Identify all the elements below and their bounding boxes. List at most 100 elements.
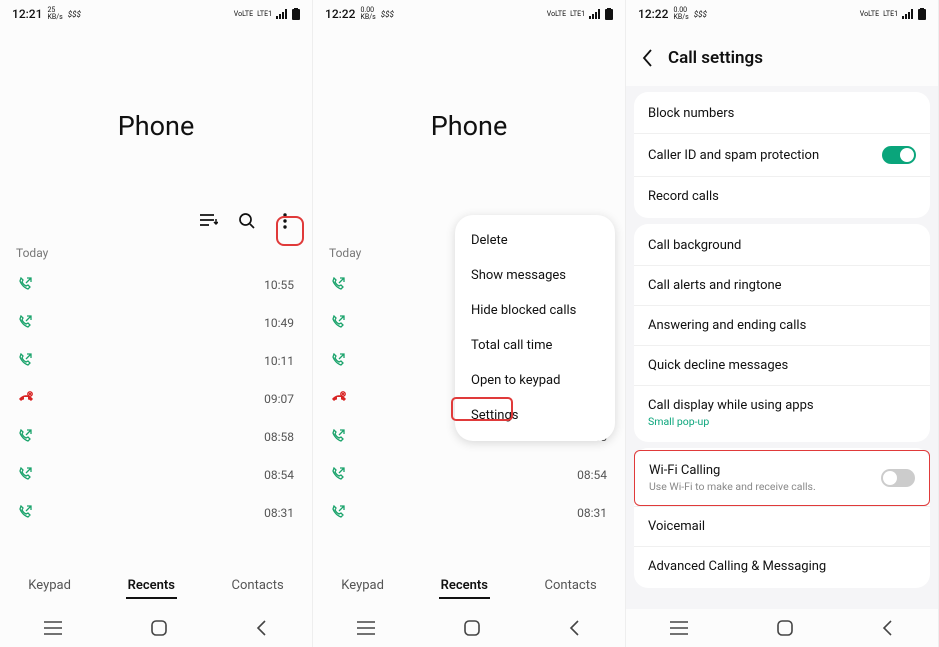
outgoing-call-icon <box>331 429 347 445</box>
outgoing-call-icon <box>18 505 34 521</box>
settings-group-2: Call background Call alerts and ringtone… <box>634 224 930 442</box>
call-row[interactable]: 09:07 <box>0 380 312 418</box>
bottom-tabs: Keypad Recents Contacts <box>0 564 312 609</box>
settings-group-1: Block numbers Caller ID and spam protect… <box>634 92 930 218</box>
highlight-more-button <box>276 216 304 246</box>
clock: 12:22 <box>638 7 668 21</box>
nav-back-icon[interactable] <box>569 620 581 636</box>
row-advanced-calling[interactable]: Advanced Calling & Messaging <box>634 546 930 586</box>
nav-recents-icon[interactable] <box>357 621 375 635</box>
dollar-indicator: $$$ <box>381 10 394 19</box>
outgoing-call-icon <box>331 353 347 369</box>
highlight-settings-item <box>451 397 513 421</box>
outgoing-call-icon <box>18 353 34 369</box>
call-row[interactable]: 10:55 <box>0 266 312 304</box>
nav-home-icon[interactable] <box>777 620 793 636</box>
missed-call-icon <box>18 391 34 407</box>
row-call-background[interactable]: Call background <box>634 226 930 265</box>
panel-phone-recents: 12:21 25KB/s $$$ VoLTE LTE1 Phone Today … <box>0 0 313 647</box>
status-bar: 12:22 0.00KB/s $$$ VoLTE LTE1 <box>313 0 625 28</box>
call-row[interactable]: 08:54 <box>313 456 625 494</box>
clock: 12:21 <box>12 7 42 21</box>
net-speed: 25KB/s <box>47 7 62 21</box>
row-voicemail[interactable]: Voicemail <box>634 506 930 546</box>
section-today: Today <box>0 240 312 266</box>
nav-bar <box>626 609 938 647</box>
filter-icon[interactable] <box>200 212 218 230</box>
toggle-wifi-calling[interactable] <box>881 469 915 487</box>
clock: 12:22 <box>325 7 355 21</box>
tab-contacts[interactable]: Contacts <box>230 574 286 599</box>
toggle-caller-id[interactable] <box>882 146 916 164</box>
nav-bar <box>0 609 312 647</box>
panel-phone-menu: 12:22 0.00KB/s $$$ VoLTE LTE1 Phone Toda… <box>313 0 626 647</box>
tab-recents[interactable]: Recents <box>439 574 490 599</box>
page-title: Phone <box>0 28 312 212</box>
menu-open-keypad[interactable]: Open to keypad <box>455 363 615 398</box>
back-icon[interactable] <box>642 49 654 67</box>
page-title: Phone <box>313 28 625 212</box>
signal-icon <box>276 9 288 19</box>
settings-group-3: Wi-Fi CallingUse Wi-Fi to make and recei… <box>634 448 930 588</box>
row-call-alerts[interactable]: Call alerts and ringtone <box>634 265 930 305</box>
status-icons-right: VoLTE LTE1 <box>860 8 926 20</box>
nav-recents-icon[interactable] <box>44 621 62 635</box>
menu-show-messages[interactable]: Show messages <box>455 258 615 293</box>
row-caller-id[interactable]: Caller ID and spam protection <box>634 133 930 176</box>
menu-total-call-time[interactable]: Total call time <box>455 328 615 363</box>
call-row[interactable]: 08:31 <box>313 494 625 532</box>
toolbar <box>0 212 312 240</box>
outgoing-call-icon <box>18 429 34 445</box>
call-row[interactable]: 08:54 <box>0 456 312 494</box>
call-row[interactable]: 10:11 <box>0 342 312 380</box>
menu-hide-blocked[interactable]: Hide blocked calls <box>455 293 615 328</box>
outgoing-call-icon <box>18 467 34 483</box>
nav-home-icon[interactable] <box>151 620 167 636</box>
call-list: 10:55 10:49 10:11 09:07 08:58 08:54 08:3… <box>0 266 312 532</box>
tab-contacts[interactable]: Contacts <box>543 574 599 599</box>
nav-back-icon[interactable] <box>256 620 268 636</box>
row-quick-decline[interactable]: Quick decline messages <box>634 345 930 385</box>
settings-title: Call settings <box>668 48 763 68</box>
call-row[interactable]: 08:58 <box>0 418 312 456</box>
tab-keypad[interactable]: Keypad <box>26 574 73 599</box>
search-icon[interactable] <box>238 212 256 230</box>
call-row[interactable]: 10:49 <box>0 304 312 342</box>
nav-home-icon[interactable] <box>464 620 480 636</box>
outgoing-call-icon <box>331 467 347 483</box>
status-bar: 12:22 0.00KB/s $$$ VoLTE LTE1 <box>626 0 938 28</box>
nav-recents-icon[interactable] <box>670 621 688 635</box>
outgoing-call-icon <box>331 505 347 521</box>
outgoing-call-icon <box>331 277 347 293</box>
outgoing-call-icon <box>331 315 347 331</box>
net-speed: 0.00KB/s <box>360 7 375 21</box>
nav-back-icon[interactable] <box>882 620 894 636</box>
outgoing-call-icon <box>18 277 34 293</box>
tab-keypad[interactable]: Keypad <box>339 574 386 599</box>
bottom-tabs: Keypad Recents Contacts <box>313 564 625 609</box>
dollar-indicator: $$$ <box>694 10 707 19</box>
call-row[interactable]: 08:31 <box>0 494 312 532</box>
row-wifi-calling[interactable]: Wi-Fi CallingUse Wi-Fi to make and recei… <box>634 450 930 506</box>
status-icons-right: VoLTE LTE1 <box>547 8 613 20</box>
settings-header: Call settings <box>626 28 938 86</box>
panel-call-settings: 12:22 0.00KB/s $$$ VoLTE LTE1 Call setti… <box>626 0 939 647</box>
signal-icon <box>902 9 914 19</box>
status-icons-right: VoLTE LTE1 <box>234 8 300 20</box>
tab-recents[interactable]: Recents <box>126 574 177 599</box>
settings-body: Block numbers Caller ID and spam protect… <box>626 86 938 609</box>
row-call-display[interactable]: Call display while using appsSmall pop-u… <box>634 385 930 440</box>
dollar-indicator: $$$ <box>68 10 81 19</box>
battery-icon <box>605 8 613 20</box>
status-bar: 12:21 25KB/s $$$ VoLTE LTE1 <box>0 0 312 28</box>
row-record-calls[interactable]: Record calls <box>634 176 930 216</box>
signal-icon <box>589 9 601 19</box>
battery-icon <box>292 8 300 20</box>
row-answering[interactable]: Answering and ending calls <box>634 305 930 345</box>
row-block-numbers[interactable]: Block numbers <box>634 94 930 133</box>
battery-icon <box>918 8 926 20</box>
net-speed: 0.00KB/s <box>673 7 688 21</box>
menu-delete[interactable]: Delete <box>455 223 615 258</box>
nav-bar <box>313 609 625 647</box>
outgoing-call-icon <box>18 315 34 331</box>
